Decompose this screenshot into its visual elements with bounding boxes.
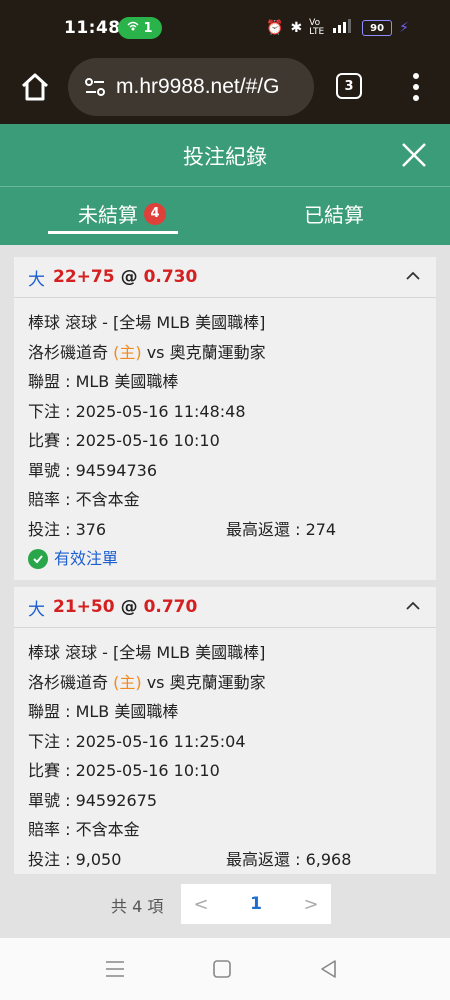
tab-unsettled-label: 未結算 [78,203,138,227]
bet-at: @ [120,267,138,287]
sport-line: 棒球 滾球 - [全場 MLB 美國職棒] [28,313,266,332]
nav-back-icon[interactable] [318,958,340,980]
overflow-menu-icon[interactable] [410,72,422,102]
max-return: 最高返還 : 6,968 [226,849,352,869]
bet-card-header[interactable]: 大 22+75 @ 0.730 [14,257,436,298]
league: 聯盟 : MLB 美國職棒 [28,372,179,391]
match-time: 比賽 : 2025-05-16 10:10 [28,761,220,780]
volte-icon: Vo LTE [309,18,325,37]
match-time: 比賽 : 2025-05-16 10:10 [28,431,220,450]
tabs-icon[interactable]: 3 [336,73,362,99]
total-count: 共 4 項 [111,897,164,916]
bet-card: 大 21+50 @ 0.770 棒球 滾球 - [全場 MLB 美國職棒] 洛杉… [14,587,436,874]
bet-card-body: 棒球 滾球 - [全場 MLB 美國職棒] 洛杉磯道奇 (主) vs 奧克蘭運動… [14,298,436,574]
home-tag: (主) [113,342,142,362]
home-tag: (主) [113,672,142,692]
chevron-up-icon[interactable] [404,267,422,285]
bet-odds: 0.770 [143,597,198,617]
vs-label: vs [146,342,165,362]
bet-at: @ [120,597,138,617]
current-page[interactable]: 1 [250,894,262,914]
page-title: 投注紀錄 [183,145,267,169]
bet-line: 22+75 [53,267,115,287]
site-settings-icon[interactable] [84,77,106,97]
bet-card-header[interactable]: 大 21+50 @ 0.770 [14,587,436,628]
home-icon[interactable] [18,70,52,104]
bet-side: 大 [28,599,45,620]
alarm-icon: ⏰ [266,20,284,36]
tab-bar: 未結算 4 已結算 [0,186,450,245]
away-team: 奧克蘭運動家 [169,672,266,692]
signal-icon [331,19,355,37]
bet-status: 有效注單 [28,544,436,574]
hotspot-count: 1 [143,20,153,36]
next-page-button[interactable]: > [291,894,331,915]
bet-side: 大 [28,269,45,290]
vs-label: vs [146,672,165,692]
bluetooth-icon: ✱ [290,20,303,36]
tab-unsettled-badge: 4 [144,202,166,225]
hotspot-icon [127,20,139,36]
home-team: 洛杉磯道奇 [28,672,109,692]
ticket-number: 單號 : 94594736 [28,460,158,480]
browser-bar: m.hr9988.net/#/G 3 [0,54,450,124]
placed-time: 下注 : 2025-05-16 11:48:48 [28,401,246,421]
battery-icon: 90 [362,20,393,36]
close-icon[interactable] [399,140,429,170]
charging-icon: ⚡ [399,20,409,36]
stake-row: 投注 : 376 最高返還 : 274 [28,515,436,545]
placed-time: 下注 : 2025-05-16 11:25:04 [28,731,246,751]
stake: 投注 : 9,050 [28,849,122,869]
page-selector: < 1 > [181,884,331,924]
nav-menu-icon[interactable] [104,958,126,980]
bet-line: 21+50 [53,597,115,617]
league: 聯盟 : MLB 美國職棒 [28,702,179,721]
tab-settled-label: 已結算 [304,203,364,227]
status-bar: 11:48 1 ⏰ ✱ Vo LTE 90 ⚡ [0,0,450,54]
tab-unsettled[interactable]: 未結算 4 [78,199,166,228]
bet-card: 大 22+75 @ 0.730 棒球 滾球 - [全場 MLB 美國職棒] 洛杉… [14,257,436,580]
page-header: 投注紀錄 [0,124,450,186]
hotspot-badge: 1 [118,17,162,39]
check-circle-icon [28,548,48,569]
home-team: 洛杉磯道奇 [28,342,109,362]
status-icons: ⏰ ✱ Vo LTE 90 ⚡ [266,17,409,39]
ticket-number: 單號 : 94592675 [28,790,158,810]
prev-page-button[interactable]: < [181,894,221,915]
nav-home-icon[interactable] [211,958,233,980]
bet-card-body: 棒球 滾球 - [全場 MLB 美國職棒] 洛杉磯道奇 (主) vs 奧克蘭運動… [14,628,436,874]
sport-line: 棒球 滾球 - [全場 MLB 美國職棒] [28,643,266,662]
stake: 投注 : 376 [28,519,107,539]
away-team: 奧克蘭運動家 [169,342,266,362]
match-teams: 洛杉磯道奇 (主) vs 奧克蘭運動家 [28,668,436,698]
pagination: 共 4 項 < 1 > [0,882,450,926]
active-tab-indicator [48,231,178,234]
url-text[interactable]: m.hr9988.net/#/G [116,75,306,99]
odds-type: 賠率 : 不含本金 [28,820,140,839]
chevron-up-icon[interactable] [404,597,422,615]
tab-settled[interactable]: 已結算 [304,199,364,228]
system-nav-bar [0,938,450,1000]
status-text: 有效注單 [54,549,119,568]
address-bar[interactable]: m.hr9988.net/#/G [68,58,314,116]
match-teams: 洛杉磯道奇 (主) vs 奧克蘭運動家 [28,338,436,368]
stake-row: 投注 : 9,050 最高返還 : 6,968 [28,845,436,875]
odds-type: 賠率 : 不含本金 [28,490,140,509]
bet-odds: 0.730 [143,267,198,287]
status-time: 11:48 [64,18,121,38]
max-return: 最高返還 : 274 [226,519,337,539]
